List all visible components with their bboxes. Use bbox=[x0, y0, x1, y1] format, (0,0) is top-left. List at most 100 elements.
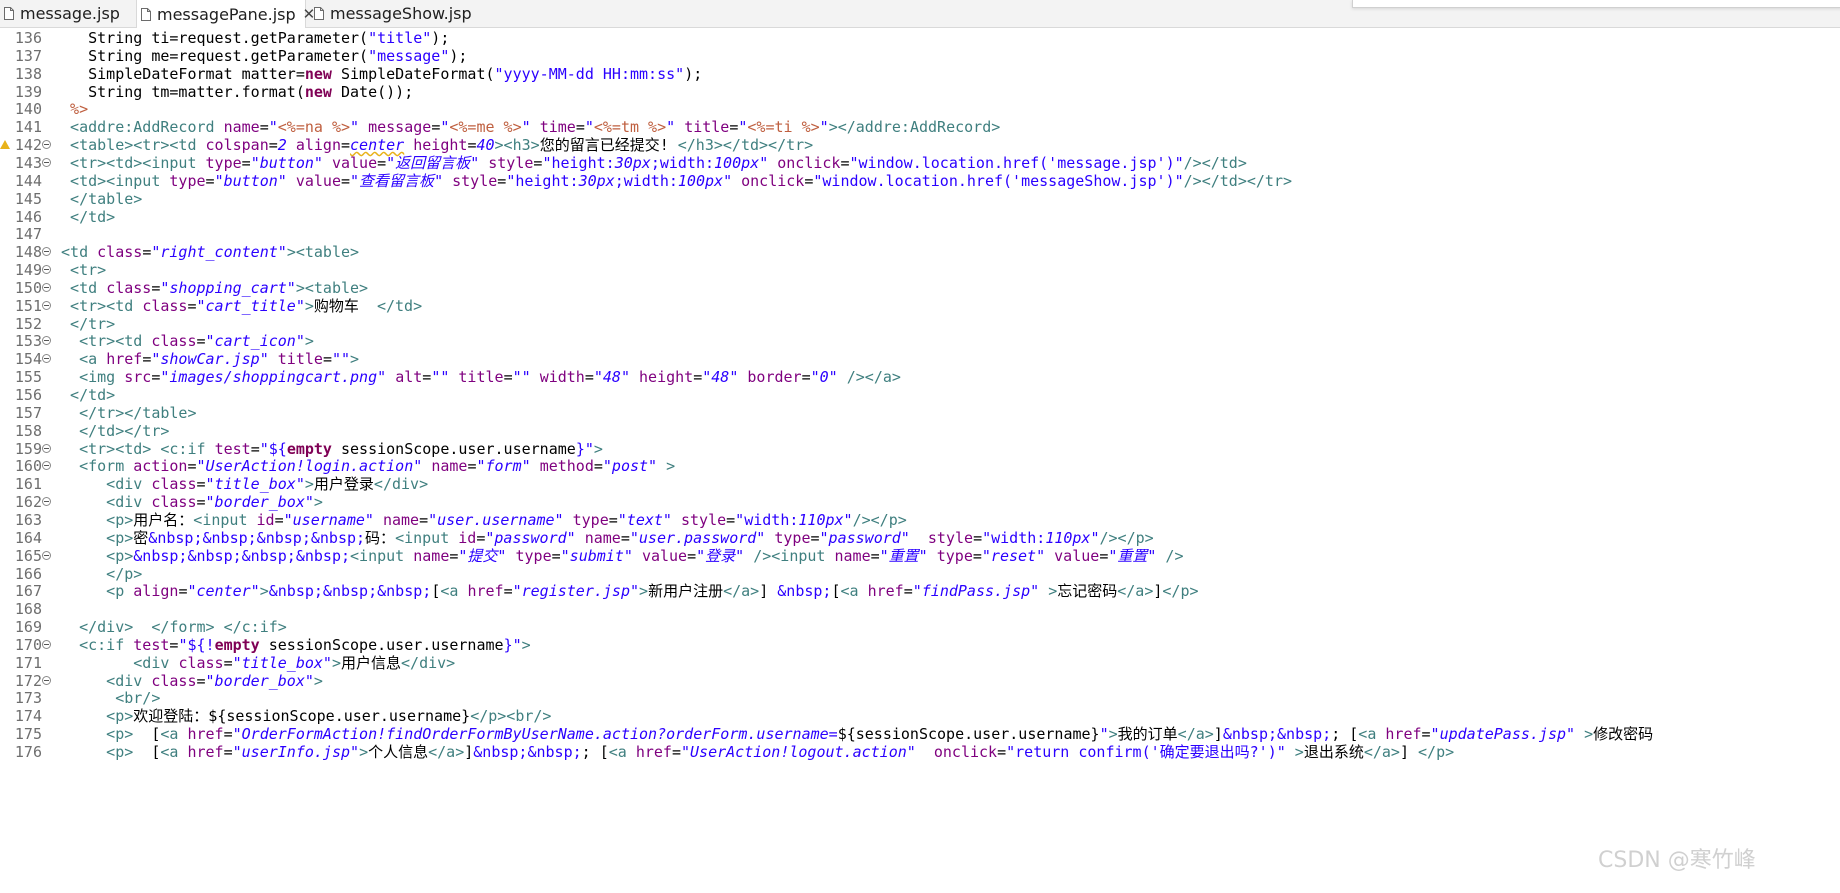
code-token: "提交" bbox=[458, 546, 507, 565]
code-token: /></p> bbox=[1099, 528, 1154, 547]
code-token: = bbox=[903, 582, 913, 601]
code-token: <a bbox=[840, 582, 868, 601]
code-line[interactable]: 176 <p> [<a href="userInfo.jsp">个人信息</a>… bbox=[0, 742, 1840, 763]
code-token: <p> bbox=[52, 725, 143, 744]
code-token: style bbox=[680, 510, 727, 529]
code-token: action bbox=[133, 457, 188, 476]
fold-toggle-icon[interactable] bbox=[42, 282, 51, 292]
fold-toggle-icon[interactable] bbox=[42, 461, 51, 471]
code-token: " bbox=[584, 118, 594, 137]
code-token: ></addre:AddRecord> bbox=[828, 118, 1001, 137]
code-token: 100px bbox=[714, 153, 760, 172]
tab-label: messageShow.jsp bbox=[330, 4, 472, 23]
code-token: </td> bbox=[52, 207, 116, 226]
code-token: href bbox=[187, 743, 224, 761]
code-token: = bbox=[377, 153, 387, 172]
fold-toggle-icon[interactable] bbox=[42, 140, 51, 150]
code-token: ;width: bbox=[614, 171, 678, 190]
code-token: = bbox=[250, 439, 260, 458]
code-token: <td bbox=[52, 243, 98, 262]
code-token: 忘记密码 bbox=[1057, 582, 1118, 601]
code-token: ><h3> bbox=[494, 136, 540, 155]
fold-toggle-icon[interactable] bbox=[42, 336, 51, 346]
code-token: "window.location.href('messageShow.jsp')… bbox=[813, 171, 1184, 190]
fold-toggle-icon[interactable] bbox=[42, 265, 51, 275]
code-token: ] bbox=[759, 582, 778, 601]
code-token: </td> bbox=[52, 386, 116, 404]
tab-message-jsp[interactable]: message.jsp bbox=[0, 0, 134, 27]
code-token: time bbox=[539, 118, 576, 137]
code-token: 用户信息 bbox=[341, 653, 402, 672]
code-token: <a bbox=[608, 743, 636, 761]
code-token: </div> bbox=[401, 653, 456, 672]
code-token: </a> bbox=[1117, 582, 1154, 601]
code-token: 100px bbox=[677, 171, 724, 190]
tab-messageshow-jsp[interactable]: messageShow.jsp bbox=[310, 0, 472, 27]
tab-label: messagePane.jsp bbox=[157, 4, 296, 24]
code-token: "findPass.jsp" bbox=[912, 582, 1040, 601]
code-token: "post" bbox=[602, 457, 658, 476]
code-editor[interactable]: 136 String ti=request.getParameter("titl… bbox=[0, 28, 1840, 893]
code-token: "UserAction!logout.action" bbox=[680, 743, 916, 761]
code-token: > bbox=[657, 457, 676, 476]
fold-toggle-icon[interactable] bbox=[42, 300, 51, 310]
code-token: <%=na %> bbox=[277, 118, 351, 137]
fold-toggle-icon[interactable] bbox=[42, 639, 51, 649]
code-token: <tr> bbox=[52, 261, 107, 280]
code-token: = bbox=[419, 510, 429, 529]
code-token: id bbox=[458, 528, 477, 547]
code-token: <%=tm %> bbox=[593, 118, 667, 137]
code-token: " bbox=[723, 171, 733, 190]
fold-toggle-icon[interactable] bbox=[42, 675, 51, 685]
code-token: "${! bbox=[178, 635, 215, 654]
code-token: <td bbox=[52, 278, 107, 297]
code-token: Date()); bbox=[331, 82, 414, 101]
fold-toggle-icon[interactable] bbox=[42, 247, 51, 257]
code-token: = bbox=[497, 171, 507, 190]
code-token: class bbox=[151, 475, 197, 494]
code-token: "showCar.jsp" bbox=[151, 350, 269, 369]
code-token: "" bbox=[512, 368, 531, 387]
fold-toggle-icon[interactable] bbox=[42, 354, 51, 364]
code-token: <input bbox=[395, 528, 459, 547]
code-token: style bbox=[927, 528, 974, 547]
code-token: <img bbox=[52, 368, 125, 387]
code-text: <p> [<a href="userInfo.jsp">个人信息</a>]&nb… bbox=[52, 742, 1454, 763]
code-token: method bbox=[539, 457, 594, 476]
code-token: <form bbox=[52, 457, 134, 476]
code-token: <tr><td bbox=[52, 296, 143, 315]
fold-toggle-icon[interactable] bbox=[42, 157, 51, 167]
code-token: = bbox=[503, 582, 513, 601]
code-token: 您的留言已经提交! bbox=[539, 136, 678, 155]
code-token: 我的订单 bbox=[1117, 725, 1178, 744]
code-token: name bbox=[584, 528, 621, 547]
code-token: "text" bbox=[617, 510, 672, 529]
code-token: "submit" bbox=[560, 546, 633, 565]
code-token: onclick bbox=[933, 743, 998, 761]
code-token: = bbox=[870, 546, 880, 565]
code-token: "width: bbox=[735, 510, 799, 529]
code-token: align bbox=[295, 136, 341, 155]
fold-toggle-icon[interactable] bbox=[42, 550, 51, 560]
code-token: <div bbox=[52, 671, 152, 690]
tab-messagepane-jsp[interactable]: messagePane.jsp ✕ bbox=[136, 0, 315, 28]
code-token: > bbox=[331, 653, 341, 672]
warning-icon[interactable] bbox=[0, 140, 10, 150]
code-token: "${ bbox=[259, 439, 287, 458]
code-token: href bbox=[187, 725, 224, 744]
code-token: "重置" bbox=[1108, 546, 1157, 565]
code-token: sessionScope.user.username bbox=[259, 635, 504, 654]
code-token: "window.location.href('message.jsp')" bbox=[849, 153, 1184, 172]
code-token: empty bbox=[286, 439, 332, 458]
fold-toggle-icon[interactable] bbox=[42, 497, 51, 507]
code-token: "password" bbox=[819, 528, 910, 547]
code-token: name bbox=[382, 510, 420, 529]
code-token: = bbox=[551, 546, 561, 565]
code-token: "button" bbox=[214, 171, 287, 190]
fold-toggle-icon[interactable] bbox=[42, 443, 51, 453]
code-token: = bbox=[205, 171, 215, 190]
code-token: ] bbox=[1399, 743, 1419, 761]
code-token: " bbox=[819, 118, 829, 137]
